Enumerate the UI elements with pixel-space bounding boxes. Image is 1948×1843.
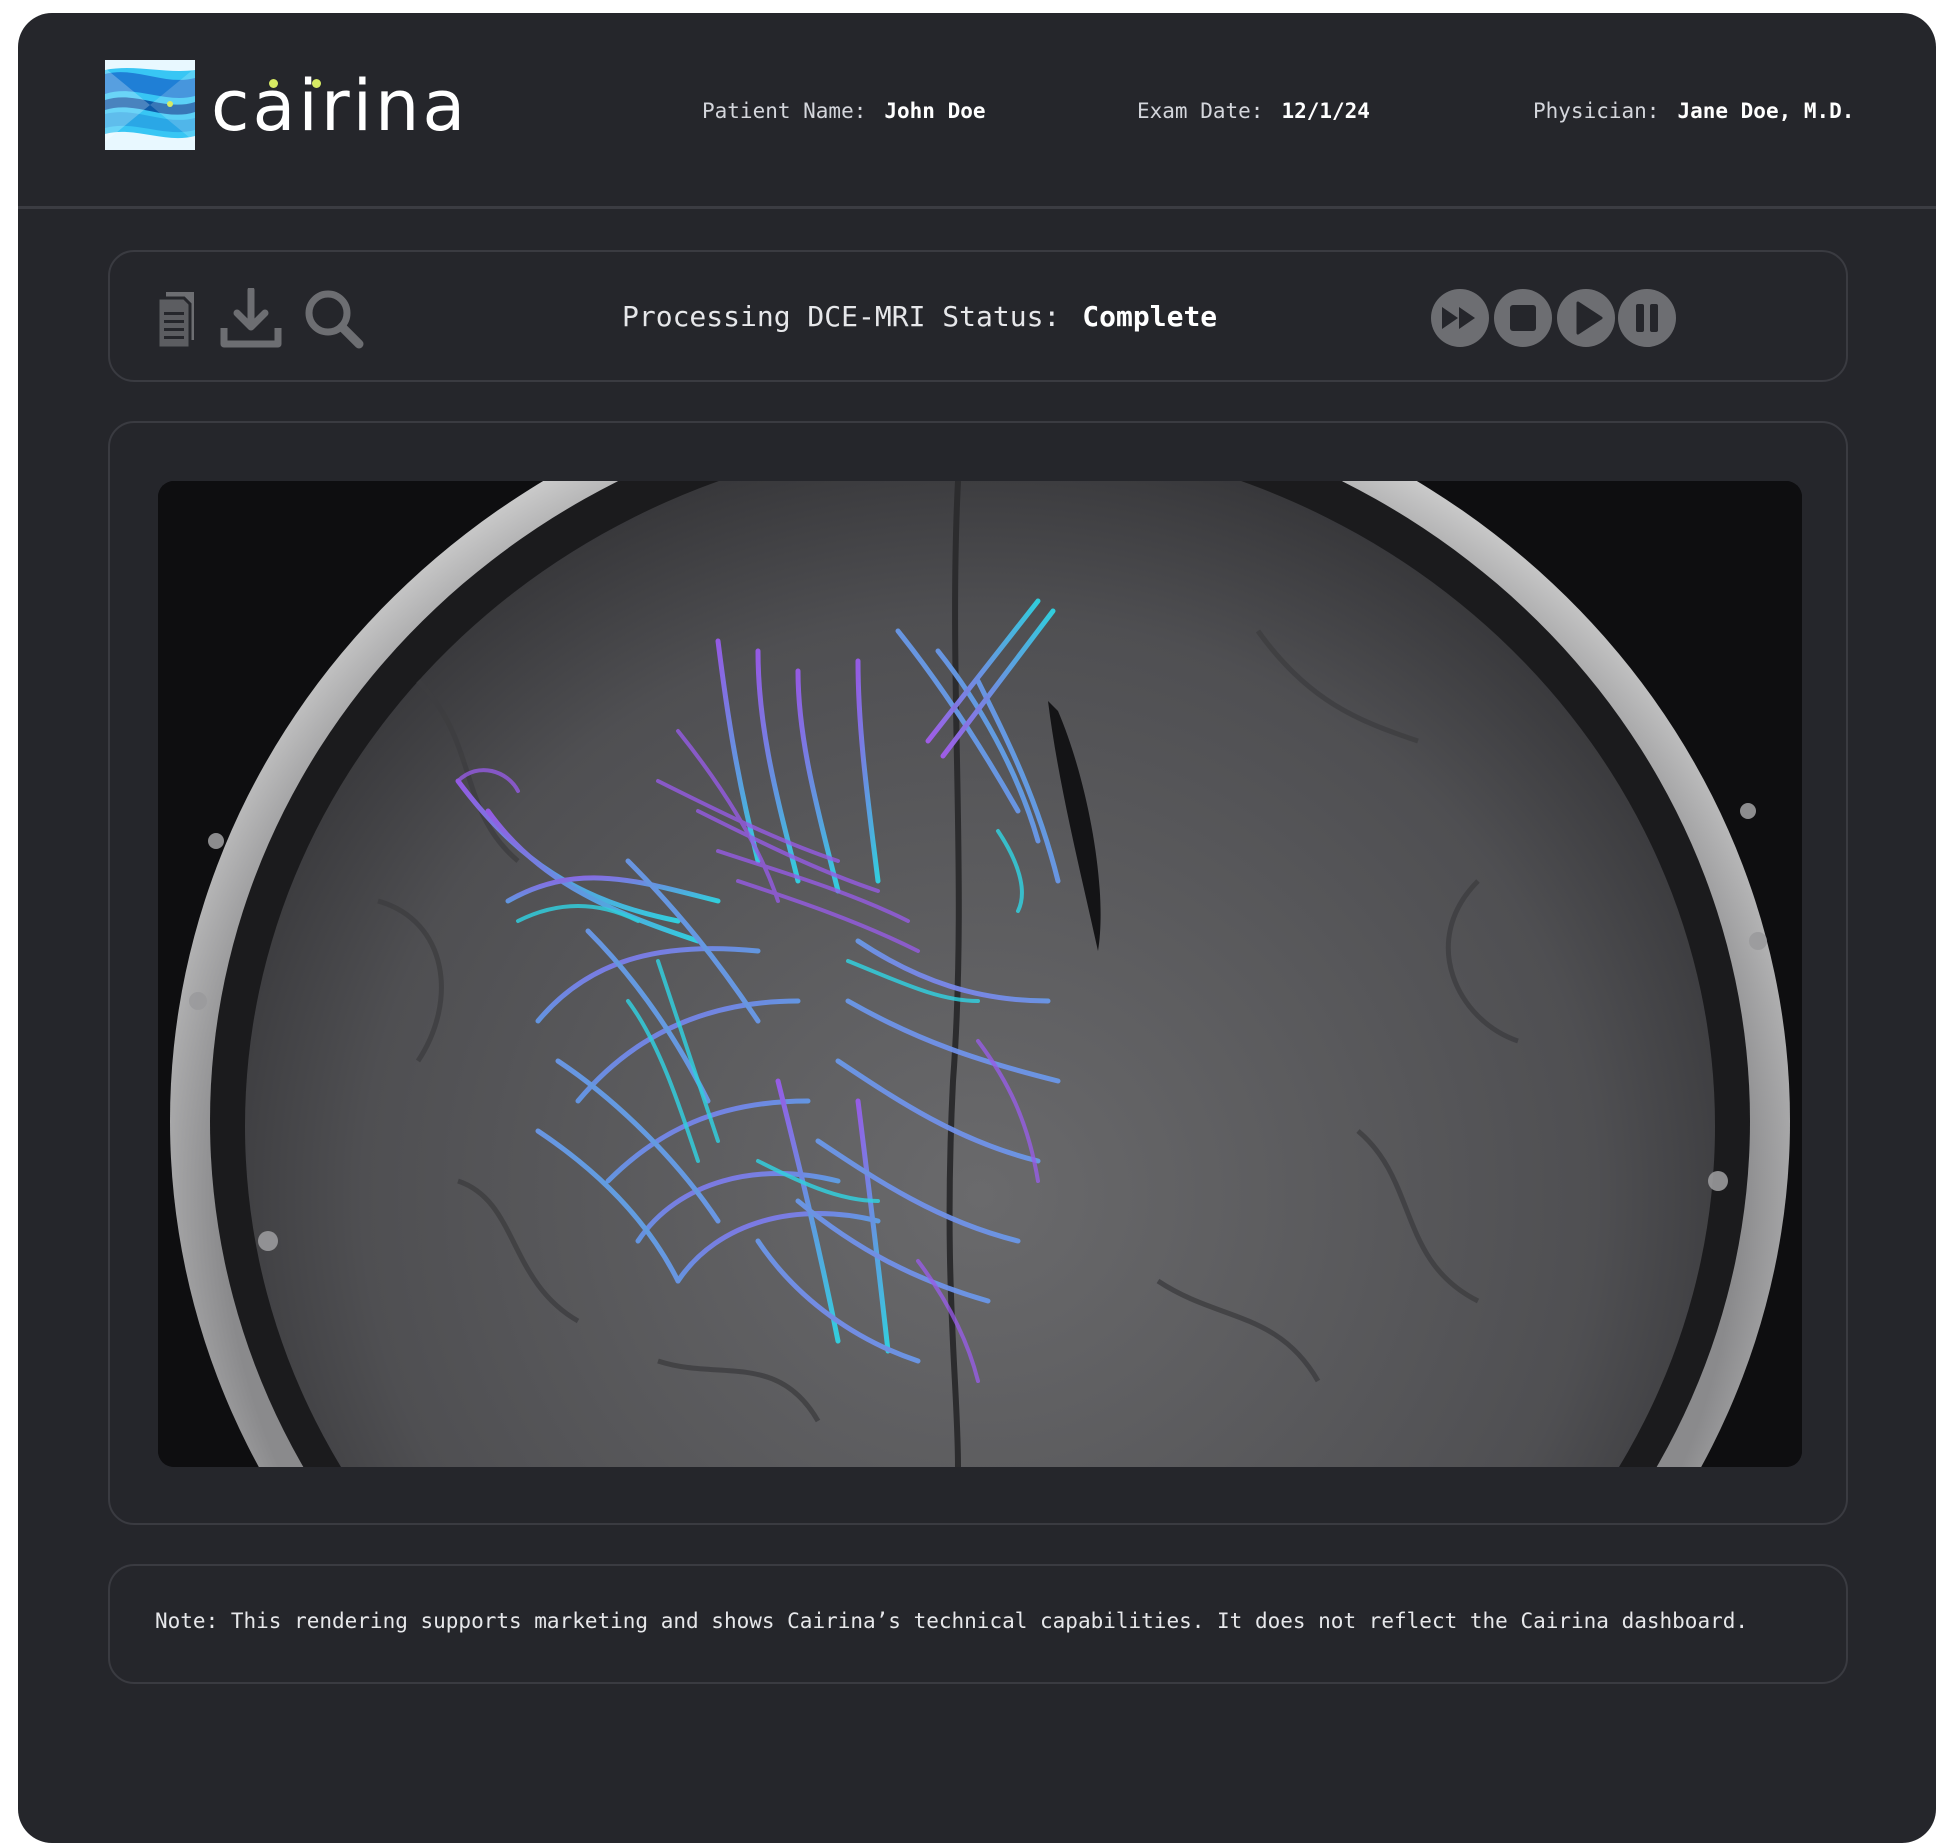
wordmark-dot-icon xyxy=(269,79,278,88)
download-icon[interactable] xyxy=(220,288,282,350)
processing-status: Processing DCE-MRI Status: Complete xyxy=(622,300,1217,333)
wordmark-dot-icon xyxy=(312,79,321,88)
fast-forward-icon[interactable] xyxy=(1430,288,1490,348)
status-label: Processing DCE-MRI Status: xyxy=(622,300,1061,333)
disclaimer-text: Note: This rendering supports marketing … xyxy=(155,1609,1749,1633)
patient-name: Patient Name: John Doe xyxy=(702,99,986,123)
physician-value: Jane Doe, M.D. xyxy=(1677,99,1855,123)
patient-name-value: John Doe xyxy=(884,99,986,123)
cairina-logo-icon xyxy=(105,60,195,150)
toolbar-panel: Processing DCE-MRI Status: Complete xyxy=(108,250,1848,382)
search-icon[interactable] xyxy=(303,288,365,350)
brand-wordmark: cairina xyxy=(211,65,469,147)
app-window: cairina Patient Name: John Doe Exam Date:… xyxy=(18,13,1936,1843)
physician-label: Physician: xyxy=(1533,99,1660,123)
patient-name-label: Patient Name: xyxy=(702,99,867,123)
exam-date-label: Exam Date: xyxy=(1137,99,1264,123)
mri-scan-image[interactable] xyxy=(158,481,1802,1467)
stop-icon[interactable] xyxy=(1493,288,1553,348)
viewer-panel xyxy=(108,421,1848,1525)
exam-date: Exam Date: 12/1/24 xyxy=(1137,99,1370,123)
header-bar: cairina Patient Name: John Doe Exam Date:… xyxy=(18,13,1936,209)
exam-date-value: 12/1/24 xyxy=(1281,99,1370,123)
brain-mri-illustration xyxy=(158,481,1802,1467)
physician: Physician: Jane Doe, M.D. xyxy=(1533,99,1854,123)
document-icon[interactable] xyxy=(154,288,202,350)
play-icon[interactable] xyxy=(1556,288,1616,348)
disclaimer-panel: Note: This rendering supports marketing … xyxy=(108,1564,1848,1684)
pause-icon[interactable] xyxy=(1617,288,1677,348)
status-value: Complete xyxy=(1082,300,1218,333)
